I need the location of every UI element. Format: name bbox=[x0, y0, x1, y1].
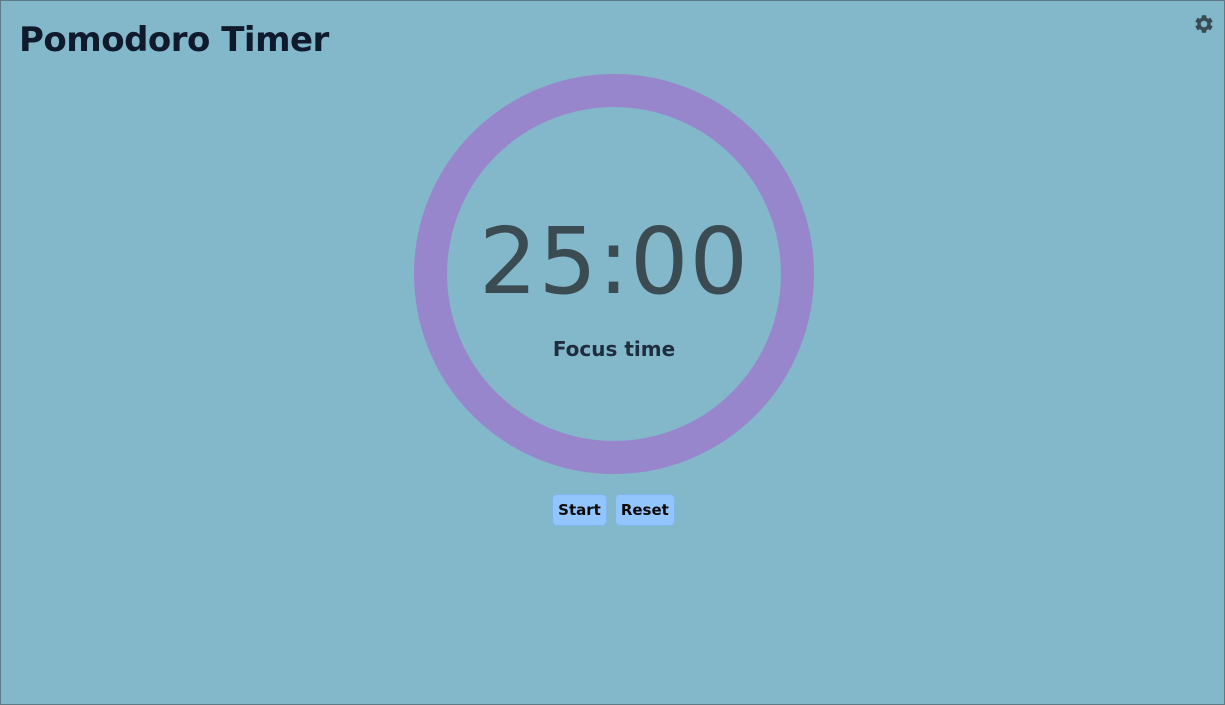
timer-ring: 25:00 Focus time bbox=[414, 74, 814, 474]
timer-controls: Start Reset bbox=[1, 494, 1225, 526]
app-title: Pomodoro Timer bbox=[19, 20, 329, 60]
start-button[interactable]: Start bbox=[552, 494, 607, 526]
settings-button[interactable] bbox=[1192, 12, 1216, 36]
time-display: 25:00 bbox=[478, 208, 750, 315]
mode-label: Focus time bbox=[552, 337, 676, 361]
gear-icon bbox=[1193, 13, 1215, 35]
reset-button[interactable]: Reset bbox=[614, 494, 675, 526]
